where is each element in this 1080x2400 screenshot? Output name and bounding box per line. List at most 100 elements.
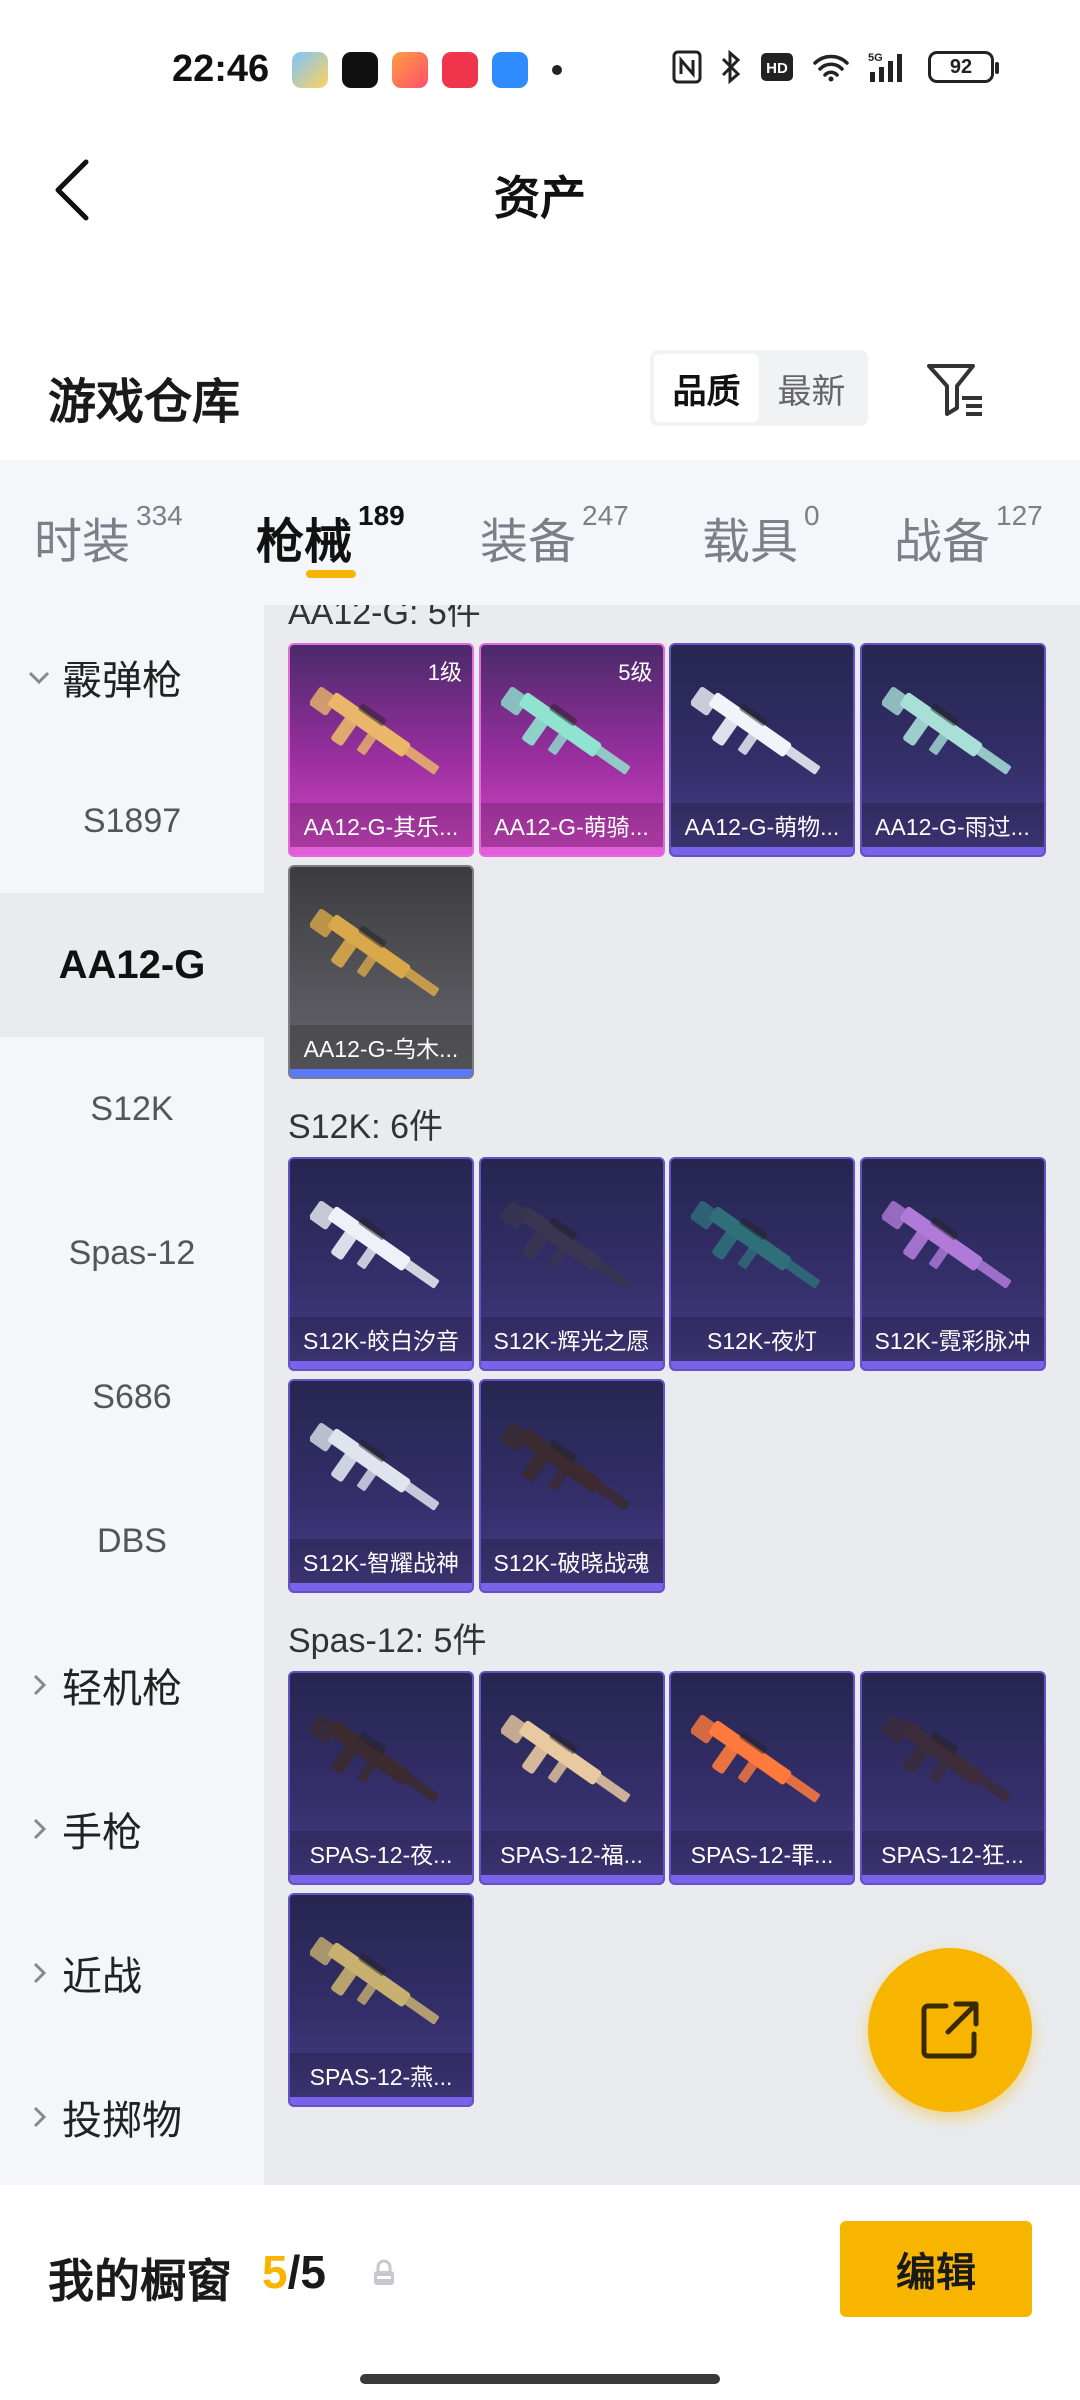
sidebar-item-aa12-g[interactable]: AA12-G [0, 893, 264, 1037]
cellular-signal-icon: 5G [868, 52, 902, 82]
sidebar-group-label: 轻机枪 [62, 1667, 182, 1711]
shotgun-icon [500, 1200, 630, 1289]
tab-count: 334 [136, 500, 183, 531]
bluetooth-icon [721, 50, 741, 84]
tab-label: 时装 [34, 516, 131, 569]
sidebar-group-shotgun[interactable]: 霰弹枪 [0, 605, 264, 749]
weapon-skin-card[interactable]: S12K-夜灯 [669, 1157, 855, 1371]
svg-text:HD: HD [766, 60, 788, 77]
rarity-bar [671, 1875, 853, 1883]
sidebar-group-melee[interactable]: 近战 [0, 1901, 264, 2045]
sort-by-quality-button[interactable]: 品质 [654, 354, 759, 422]
weapon-skin-card[interactable]: SPAS-12-福... [478, 1671, 665, 1885]
warehouse-title: 游戏仓库 [48, 376, 241, 429]
weapon-skin-card[interactable]: 1级 AA12-G-其乐... [288, 643, 474, 857]
weather-app-icon [292, 52, 328, 88]
tiktok-app-icon [342, 52, 378, 88]
share-external-icon [921, 2001, 979, 2059]
weapon-skin-card[interactable]: S12K-破晓战魂 [478, 1379, 665, 1593]
filter-button[interactable] [920, 354, 992, 426]
sidebar-group-pistol[interactable]: 手枪 [0, 1757, 264, 1901]
sidebar-item-s12k[interactable]: S12K [0, 1037, 264, 1181]
music-app-icon [442, 52, 478, 88]
sort-by-newest-button[interactable]: 最新 [759, 354, 864, 422]
sidebar-item-dbs[interactable]: DBS [0, 1469, 264, 1613]
chevron-right-icon [33, 1818, 47, 1840]
status-bar: 22:46 HD 5G 92 [0, 0, 1080, 140]
skin-name: AA12-G-萌骑... [480, 803, 663, 847]
tab-vehicles[interactable]: 载具 0 [702, 500, 820, 572]
shotgun-icon [500, 686, 630, 775]
home-indicator[interactable] [360, 2374, 720, 2384]
hd-icon: HD [761, 53, 793, 81]
weapon-skin-card[interactable]: AA12-G-萌物... [669, 643, 855, 857]
weapon-skin-card[interactable]: SPAS-12-夜... [288, 1671, 474, 1885]
weapon-group-heading: S12K: 6件 [288, 1108, 443, 1146]
showcase-bar: 我的橱窗 5/5 编辑 [0, 2185, 1080, 2400]
rarity-bar [290, 1361, 472, 1369]
sidebar-item-spas-12[interactable]: Spas-12 [0, 1181, 264, 1325]
weapon-skin-card[interactable]: SPAS-12-燕... [288, 1893, 474, 2107]
battery-indicator: 92 [928, 51, 999, 83]
skin-name: S12K-皎白汐音 [290, 1317, 472, 1361]
sidebar-group-throwable[interactable]: 投掷物 [0, 2045, 264, 2189]
rarity-bar [290, 1069, 472, 1077]
skin-name: AA12-G-雨过... [861, 803, 1044, 847]
rarity-bar [290, 1583, 472, 1591]
skin-name: SPAS-12-狂... [861, 1831, 1044, 1875]
skin-name: S12K-霓彩脉冲 [861, 1317, 1044, 1361]
skin-name: AA12-G-萌物... [671, 803, 853, 847]
share-floating-button[interactable] [868, 1948, 1032, 2112]
rarity-bar [861, 847, 1044, 855]
sidebar-item-s686[interactable]: S686 [0, 1325, 264, 1469]
skin-name: AA12-G-乌木... [290, 1025, 472, 1069]
rarity-bar [480, 1361, 663, 1369]
weapon-skin-card[interactable]: SPAS-12-狂... [859, 1671, 1046, 1885]
weapon-skin-card[interactable]: AA12-G-雨过... [859, 643, 1046, 857]
weapon-skin-card[interactable]: S12K-霓彩脉冲 [859, 1157, 1046, 1371]
tab-fashion[interactable]: 时装 334 [34, 500, 183, 572]
status-indicators: HD 5G 92 [672, 50, 999, 84]
weapon-skin-card[interactable]: 5级 AA12-G-萌骑... [478, 643, 665, 857]
showcase-separator: / [287, 2246, 301, 2298]
rarity-bar [290, 1875, 472, 1883]
skin-name: SPAS-12-燕... [290, 2053, 472, 2097]
shotgun-icon [310, 1422, 439, 1511]
sidebar-group-lmg[interactable]: 轻机枪 [0, 1613, 264, 1757]
shotgun-icon [691, 1200, 820, 1289]
tab-equipment[interactable]: 装备 247 [480, 500, 629, 572]
sidebar-group-label: 手枪 [62, 1811, 142, 1855]
lock-icon [374, 2259, 394, 2285]
rarity-bar [290, 847, 472, 855]
more-notifications-icon [552, 65, 562, 75]
weapon-group-heading: AA12-G: 5件 [288, 605, 481, 632]
tab-firearms[interactable]: 枪械 189 [256, 500, 405, 572]
shotgun-icon [310, 1714, 439, 1803]
skin-name: SPAS-12-福... [480, 1831, 663, 1875]
shotgun-icon [881, 1714, 1011, 1803]
sidebar-item-s1897[interactable]: S1897 [0, 749, 264, 893]
skin-name: S12K-夜灯 [671, 1317, 853, 1361]
weapon-skin-card[interactable]: S12K-皎白汐音 [288, 1157, 474, 1371]
sidebar-group-label: 霰弹枪 [62, 659, 182, 703]
weapon-skin-card[interactable]: AA12-G-乌木... [288, 865, 474, 1079]
weapon-skin-card[interactable]: SPAS-12-罪... [669, 1671, 855, 1885]
tab-count: 0 [804, 500, 820, 531]
rarity-bar [861, 1875, 1044, 1883]
skin-name: AA12-G-其乐... [290, 803, 472, 847]
chevron-right-icon [33, 1674, 47, 1696]
tab-supplies[interactable]: 战备 127 [894, 500, 1043, 572]
shotgun-icon [310, 1936, 439, 2025]
chevron-right-icon [33, 2106, 47, 2128]
rarity-bar [480, 1875, 663, 1883]
sort-toggle: 品质 最新 [650, 350, 868, 426]
tab-label: 战备 [894, 516, 991, 569]
skin-name: S12K-破晓战魂 [480, 1539, 663, 1583]
game-app-icon [392, 52, 428, 88]
svg-text:5G: 5G [868, 52, 883, 64]
showcase-total: 5 [300, 2246, 326, 2298]
shotgun-icon [310, 1200, 439, 1289]
weapon-skin-card[interactable]: S12K-辉光之愿 [478, 1157, 665, 1371]
edit-showcase-button[interactable]: 编辑 [840, 2221, 1032, 2317]
weapon-skin-card[interactable]: S12K-智耀战神 [288, 1379, 474, 1593]
